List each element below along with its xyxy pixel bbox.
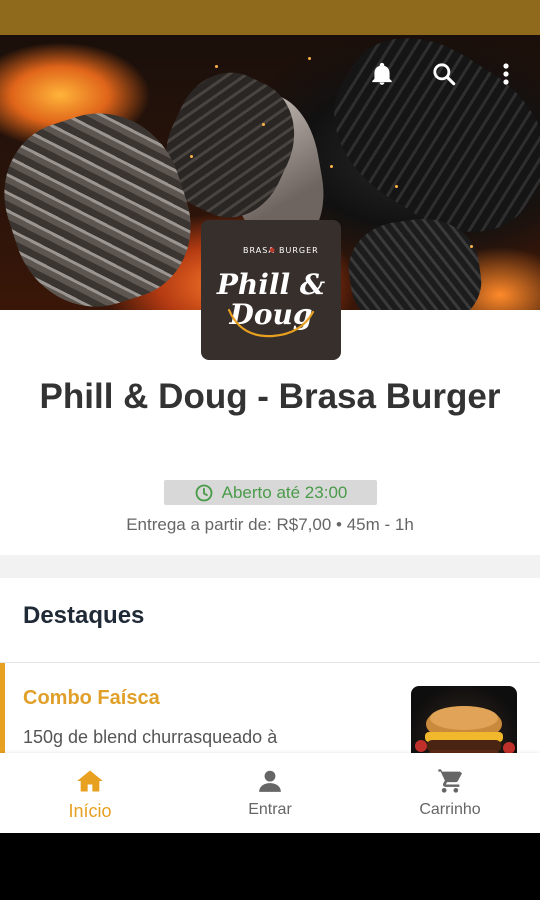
- product-image[interactable]: [411, 686, 517, 763]
- bell-icon[interactable]: [366, 58, 398, 90]
- ember-spark: [330, 165, 333, 168]
- person-icon: [255, 766, 285, 796]
- open-status-badge: Aberto até 23:00: [164, 480, 377, 505]
- ember-spark: [262, 123, 265, 126]
- bottom-navigation: Início Entrar Carrinho: [0, 753, 540, 833]
- nav-home-label: Início: [68, 801, 112, 821]
- ember-spark: [395, 185, 398, 188]
- section-title: Destaques: [23, 602, 145, 629]
- header-actions: [366, 58, 522, 90]
- ember-spark: [190, 155, 193, 158]
- home-icon: [75, 766, 105, 796]
- section-divider: [0, 555, 540, 578]
- nav-home[interactable]: Início: [0, 753, 180, 833]
- nav-login-label: Entrar: [248, 801, 292, 818]
- product-name: Combo Faísca: [23, 687, 160, 709]
- search-icon[interactable]: [428, 58, 460, 90]
- product-card[interactable]: Combo Faísca 150g de blend churrasqueado…: [0, 663, 540, 763]
- product-accent-bar: [0, 663, 5, 763]
- nav-login[interactable]: Entrar: [180, 753, 360, 833]
- clock-icon: [195, 484, 213, 501]
- highlights-section-header: Destaques: [0, 578, 540, 663]
- delivery-info: Entrega a partir de: R$7,00 • 45m - 1h: [126, 515, 414, 534]
- store-name: Phill & Doug - Brasa Burger: [39, 377, 501, 416]
- status-bar: [0, 0, 540, 35]
- more-vertical-icon[interactable]: [490, 58, 522, 90]
- nav-cart[interactable]: Carrinho: [360, 753, 540, 833]
- ember-spark: [308, 57, 311, 60]
- nav-cart-label: Carrinho: [419, 801, 481, 818]
- ember-spark: [470, 245, 473, 248]
- product-description: 150g de blend churrasqueado à: [23, 727, 278, 747]
- ember-spark: [215, 65, 218, 68]
- store-logo: BRASA BURGER Phill & Doug: [201, 220, 341, 360]
- system-navigation-area: [0, 833, 540, 900]
- cart-icon: [435, 766, 465, 796]
- logo-top-text-right: BURGER: [279, 246, 319, 255]
- logo-line1: Phill &: [216, 268, 325, 301]
- open-status-text: Aberto até 23:00: [221, 482, 348, 502]
